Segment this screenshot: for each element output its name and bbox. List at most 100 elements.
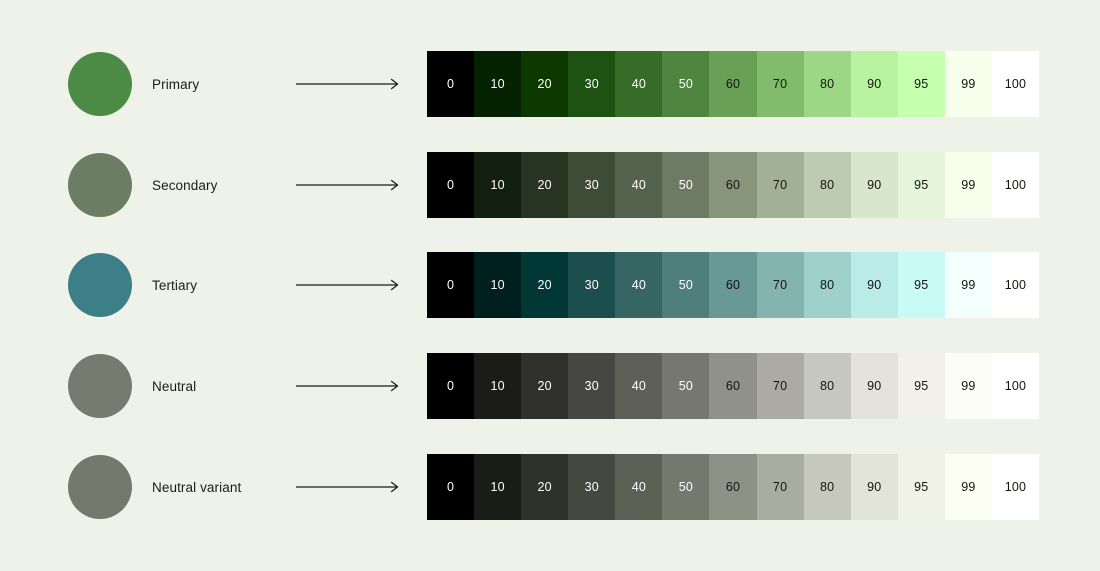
tone-label: 100 bbox=[1004, 76, 1027, 91]
tone-swatch[interactable]: 90 bbox=[850, 353, 898, 419]
tone-band: 0 10 20 30 40 50 60 70 80 90 95 99 100 bbox=[427, 454, 1040, 520]
tone-swatch[interactable]: 30 bbox=[568, 353, 616, 419]
tone-swatch[interactable]: 99 bbox=[944, 252, 992, 318]
tone-swatch[interactable]: 99 bbox=[944, 51, 992, 117]
tone-swatch[interactable]: 60 bbox=[709, 454, 757, 520]
tone-swatch[interactable]: 10 bbox=[474, 152, 522, 218]
tone-swatch[interactable]: 70 bbox=[756, 51, 804, 117]
tone-swatch[interactable]: 99 bbox=[944, 454, 992, 520]
tone-swatch[interactable]: 70 bbox=[756, 454, 804, 520]
tone-swatch[interactable]: 60 bbox=[709, 51, 757, 117]
tone-swatch[interactable]: 100 bbox=[991, 454, 1040, 520]
tone-swatch[interactable]: 100 bbox=[991, 51, 1040, 117]
tone-label: 100 bbox=[1004, 479, 1027, 494]
tone-label: 30 bbox=[584, 378, 599, 393]
tone-label: 0 bbox=[446, 76, 455, 91]
tone-label: 50 bbox=[678, 479, 694, 494]
tone-label: 40 bbox=[631, 177, 646, 192]
tone-swatch[interactable]: 40 bbox=[615, 252, 663, 318]
palette-row-label: Neutral variant bbox=[152, 479, 242, 495]
key-color-circle[interactable] bbox=[68, 354, 132, 418]
key-color-circle[interactable] bbox=[68, 153, 132, 217]
tone-swatch[interactable]: 0 bbox=[427, 252, 475, 318]
tone-swatch[interactable]: 50 bbox=[662, 252, 710, 318]
tone-swatch[interactable]: 80 bbox=[803, 252, 851, 318]
tone-swatch[interactable]: 60 bbox=[709, 252, 757, 318]
tone-swatch[interactable]: 40 bbox=[615, 152, 663, 218]
tone-swatch[interactable]: 30 bbox=[568, 152, 616, 218]
tone-swatch[interactable]: 90 bbox=[850, 454, 898, 520]
tone-swatch[interactable]: 95 bbox=[897, 51, 945, 117]
tone-swatch[interactable]: 0 bbox=[427, 454, 475, 520]
tone-band: 0 10 20 30 40 50 60 70 80 90 95 99 100 bbox=[427, 152, 1040, 218]
tone-label: 70 bbox=[772, 277, 788, 292]
tone-swatch[interactable]: 50 bbox=[662, 51, 710, 117]
palette-row: Tertiary 0 10 20 30 40 50 60 70 80 90 95 99 100 bbox=[0, 243, 1100, 327]
key-color-circle[interactable] bbox=[68, 455, 132, 519]
tone-swatch[interactable]: 70 bbox=[756, 252, 804, 318]
tone-label: 10 bbox=[490, 479, 505, 494]
tone-label: 10 bbox=[490, 177, 505, 192]
tone-swatch[interactable]: 90 bbox=[850, 252, 898, 318]
tone-swatch[interactable]: 95 bbox=[897, 353, 945, 419]
tone-swatch[interactable]: 40 bbox=[615, 51, 663, 117]
arrow-right-icon bbox=[296, 42, 400, 126]
tone-swatch[interactable]: 10 bbox=[474, 454, 522, 520]
tone-swatch[interactable]: 10 bbox=[474, 353, 522, 419]
tone-swatch[interactable]: 0 bbox=[427, 51, 475, 117]
tone-swatch[interactable]: 99 bbox=[944, 353, 992, 419]
tone-label: 99 bbox=[961, 479, 976, 494]
tone-label: 30 bbox=[584, 479, 599, 494]
tone-swatch[interactable]: 30 bbox=[568, 51, 616, 117]
tone-swatch[interactable]: 40 bbox=[615, 353, 663, 419]
tone-swatch[interactable]: 30 bbox=[568, 454, 616, 520]
tone-swatch[interactable]: 90 bbox=[850, 51, 898, 117]
tone-swatch[interactable]: 100 bbox=[991, 353, 1040, 419]
palette-row: Neutral variant 0 10 20 30 40 50 60 70 80 90 95 99 10… bbox=[0, 445, 1100, 529]
tone-swatch[interactable]: 20 bbox=[521, 454, 569, 520]
tone-swatch[interactable]: 95 bbox=[897, 454, 945, 520]
tone-swatch[interactable]: 80 bbox=[803, 152, 851, 218]
tone-swatch[interactable]: 100 bbox=[991, 152, 1040, 218]
tone-swatch[interactable]: 0 bbox=[427, 353, 475, 419]
tone-label: 60 bbox=[725, 479, 741, 494]
palette-row-label: Neutral bbox=[152, 378, 197, 394]
key-color-circle[interactable] bbox=[68, 253, 132, 317]
palette-row-label: Primary bbox=[152, 76, 200, 92]
tone-swatch[interactable]: 50 bbox=[662, 152, 710, 218]
tone-swatch[interactable]: 70 bbox=[756, 353, 804, 419]
tone-swatch[interactable]: 50 bbox=[662, 454, 710, 520]
tone-swatch[interactable]: 50 bbox=[662, 353, 710, 419]
tone-label: 80 bbox=[820, 177, 835, 192]
tone-swatch[interactable]: 80 bbox=[803, 353, 851, 419]
tone-label: 70 bbox=[772, 76, 788, 91]
tone-swatch[interactable]: 20 bbox=[521, 353, 569, 419]
tone-swatch[interactable]: 40 bbox=[615, 454, 663, 520]
tone-swatch[interactable]: 10 bbox=[474, 51, 522, 117]
palette-row: Primary 0 10 20 30 40 50 60 70 80 90 95 99 100 bbox=[0, 42, 1100, 126]
tone-swatch[interactable]: 60 bbox=[709, 152, 757, 218]
tone-swatch[interactable]: 70 bbox=[756, 152, 804, 218]
tone-label: 90 bbox=[867, 378, 882, 393]
tone-swatch[interactable]: 80 bbox=[803, 51, 851, 117]
tone-swatch[interactable]: 0 bbox=[427, 152, 475, 218]
key-color-circle[interactable] bbox=[68, 52, 132, 116]
tone-swatch[interactable]: 20 bbox=[521, 152, 569, 218]
tone-swatch[interactable]: 30 bbox=[568, 252, 616, 318]
tone-label: 99 bbox=[961, 177, 976, 192]
tone-label: 50 bbox=[678, 277, 694, 292]
tonal-palette-board: Primary 0 10 20 30 40 50 60 70 80 90 95 99 100 Seconda… bbox=[0, 0, 1100, 571]
tone-label: 0 bbox=[446, 479, 455, 494]
tone-swatch[interactable]: 10 bbox=[474, 252, 522, 318]
tone-swatch[interactable]: 95 bbox=[897, 252, 945, 318]
tone-swatch[interactable]: 100 bbox=[991, 252, 1040, 318]
tone-swatch[interactable]: 20 bbox=[521, 252, 569, 318]
tone-swatch[interactable]: 95 bbox=[897, 152, 945, 218]
tone-swatch[interactable]: 99 bbox=[944, 152, 992, 218]
tone-swatch[interactable]: 80 bbox=[803, 454, 851, 520]
tone-label: 20 bbox=[537, 177, 552, 192]
tone-swatch[interactable]: 20 bbox=[521, 51, 569, 117]
tone-label: 10 bbox=[490, 76, 505, 91]
tone-swatch[interactable]: 60 bbox=[709, 353, 757, 419]
tone-swatch[interactable]: 90 bbox=[850, 152, 898, 218]
